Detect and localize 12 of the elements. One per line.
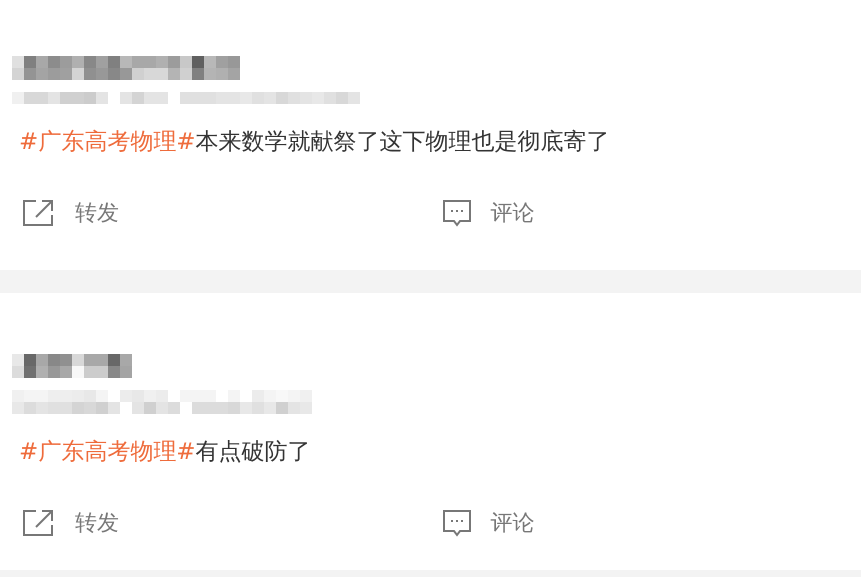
share-icon bbox=[22, 199, 56, 227]
comment-button[interactable]: 评论 bbox=[442, 198, 861, 228]
comment-icon bbox=[442, 509, 472, 537]
post-text: #广东高考物理#本来数学就献祭了这下物理也是彻底寄了 bbox=[19, 128, 611, 157]
comment-button[interactable]: 评论 bbox=[442, 508, 861, 538]
share-icon bbox=[22, 509, 56, 537]
comment-icon bbox=[442, 199, 472, 227]
repost-button[interactable]: 转发 bbox=[22, 508, 442, 538]
hashtag-link[interactable]: #广东高考物理# bbox=[19, 439, 196, 465]
post-text: #广东高考物理#有点破防了 bbox=[19, 438, 312, 467]
hashtag-link[interactable]: #广东高考物理# bbox=[19, 129, 196, 155]
repost-button[interactable]: 转发 bbox=[22, 198, 442, 228]
